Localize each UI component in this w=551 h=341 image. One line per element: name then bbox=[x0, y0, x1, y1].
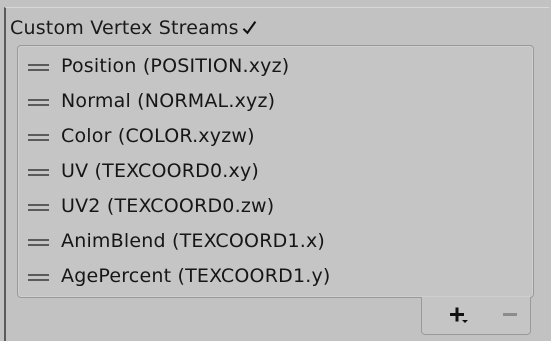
list-item[interactable]: UV (TEXCOORD0.xy) bbox=[28, 156, 259, 186]
add-stream-button[interactable] bbox=[444, 303, 474, 327]
list-item[interactable]: Normal (NORMAL.xyz) bbox=[28, 86, 275, 116]
stream-label: Color (COLOR.xyzw) bbox=[61, 125, 255, 147]
vertex-streams-list: Position (POSITION.xyz) Normal (NORMAL.x… bbox=[17, 45, 534, 298]
list-item[interactable]: AgePercent (TEXCOORD1.y) bbox=[28, 261, 331, 291]
list-item[interactable]: Position (POSITION.xyz) bbox=[28, 51, 289, 81]
remove-stream-button[interactable] bbox=[495, 303, 525, 327]
drag-handle-icon[interactable] bbox=[28, 133, 49, 143]
stream-label: Normal (NORMAL.xyz) bbox=[61, 90, 276, 112]
stream-label: AgePercent (TEXCOORD1.y) bbox=[61, 265, 331, 287]
list-footer bbox=[421, 297, 531, 335]
plus-dropdown-icon bbox=[450, 307, 468, 323]
drag-handle-icon[interactable] bbox=[28, 238, 49, 248]
custom-vertex-streams-label: Custom Vertex Streams bbox=[10, 17, 239, 39]
list-item[interactable]: AnimBlend (TEXCOORD1.x) bbox=[28, 226, 325, 256]
custom-vertex-streams-checkbox[interactable] bbox=[241, 20, 257, 36]
stream-label: UV2 (TEXCOORD0.zw) bbox=[61, 195, 275, 217]
drag-handle-icon[interactable] bbox=[28, 168, 49, 178]
drag-handle-icon[interactable] bbox=[28, 273, 49, 283]
custom-vertex-streams-row[interactable]: Custom Vertex Streams bbox=[10, 14, 257, 42]
minus-icon bbox=[503, 313, 517, 316]
checkmark-icon bbox=[242, 20, 257, 35]
drag-handle-icon[interactable] bbox=[28, 63, 49, 73]
list-item[interactable]: Color (COLOR.xyzw) bbox=[28, 121, 255, 151]
stream-label: AnimBlend (TEXCOORD1.x) bbox=[61, 230, 326, 252]
list-item[interactable]: UV2 (TEXCOORD0.zw) bbox=[28, 191, 274, 221]
drag-handle-icon[interactable] bbox=[28, 203, 49, 213]
stream-label: UV (TEXCOORD0.xy) bbox=[61, 160, 260, 182]
drag-handle-icon[interactable] bbox=[28, 98, 49, 108]
stream-label: Position (POSITION.xyz) bbox=[61, 55, 290, 77]
